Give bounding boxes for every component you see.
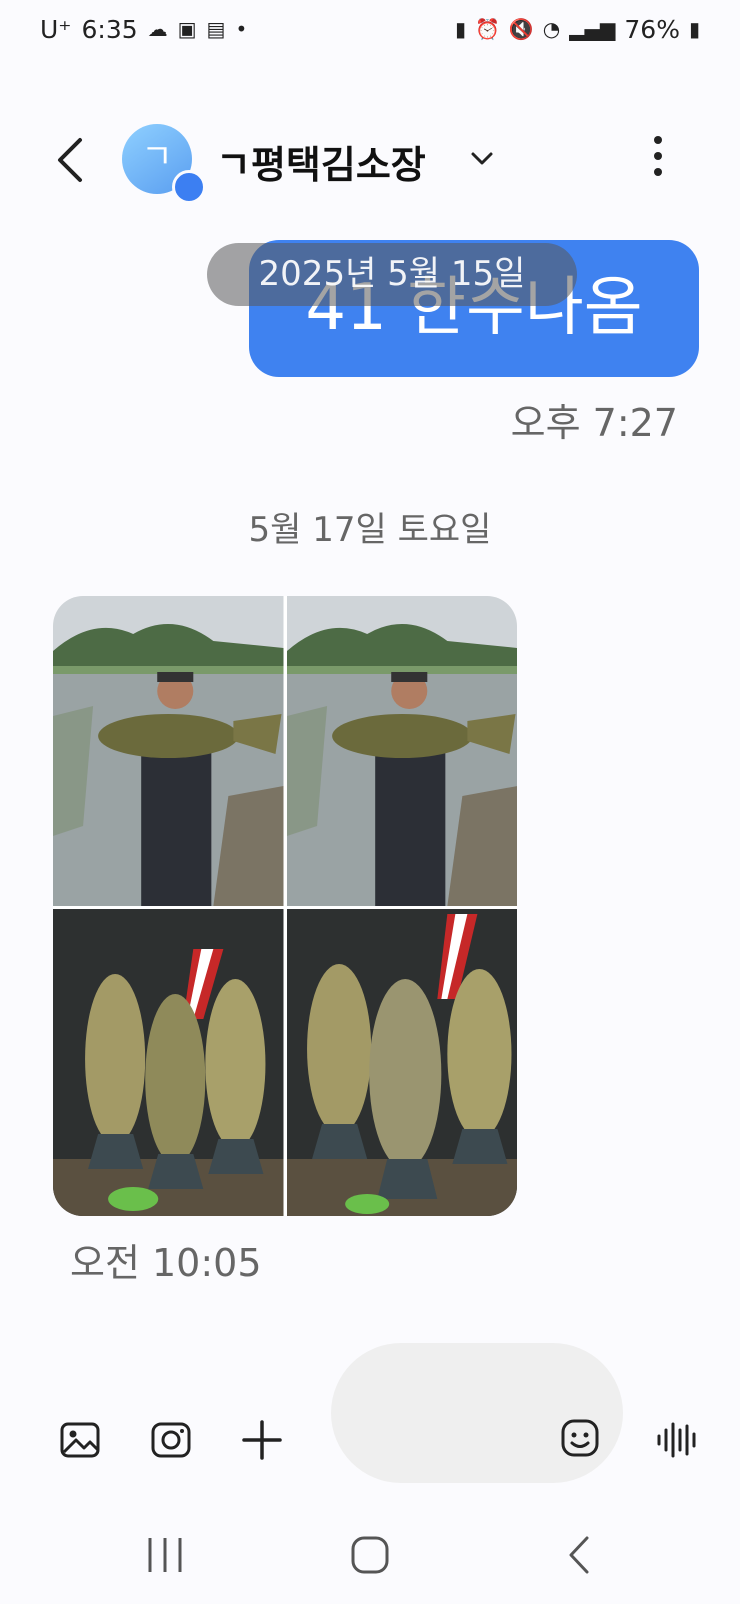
message-input[interactable] — [331, 1343, 623, 1483]
voice-icon[interactable] — [655, 1418, 699, 1462]
contact-name[interactable]: ㄱ평택김소장 — [216, 134, 426, 189]
battery-icon: ▮ — [688, 17, 700, 41]
photo-thumbnail[interactable] — [286, 596, 517, 906]
battery-percent: 76% — [624, 14, 680, 44]
gallery-icon: ▣ — [177, 17, 197, 41]
pdf-icon: ▤ — [206, 17, 226, 41]
back-nav-button[interactable] — [555, 1530, 605, 1580]
photo-thumbnail[interactable] — [53, 596, 284, 906]
alarm-icon: ⏰ — [474, 17, 500, 41]
back-arrow-icon — [58, 138, 82, 182]
wifi-icon: ◔ — [542, 17, 561, 41]
date-separator: 5월 17일 토요일 — [248, 510, 492, 550]
rcs-badge-icon — [172, 170, 206, 204]
message-time: 오전 10:05 — [70, 1241, 262, 1285]
message-time: 오후 7:27 — [510, 401, 678, 445]
gallery-icon[interactable] — [58, 1418, 102, 1462]
home-button[interactable] — [345, 1530, 395, 1580]
recent-apps-button[interactable] — [140, 1530, 190, 1580]
chevron-down-icon[interactable] — [470, 146, 494, 170]
mute-icon: 🔇 — [508, 17, 534, 41]
signal-icon: ▂▄▆ — [569, 17, 616, 41]
photo-group[interactable] — [53, 596, 517, 1216]
camera-icon[interactable] — [149, 1418, 193, 1462]
plus-icon[interactable] — [240, 1418, 284, 1462]
cloud-icon: ☁ — [147, 17, 168, 41]
more-options-icon[interactable] — [652, 136, 664, 184]
emoji-icon[interactable] — [560, 1418, 602, 1460]
dot-icon: • — [235, 17, 248, 41]
date-pill: 2025년 5월 15일 — [207, 243, 577, 306]
carrier-label: U⁺ — [40, 14, 72, 44]
photo-thumbnail[interactable] — [286, 909, 517, 1216]
back-button[interactable] — [52, 130, 92, 190]
clock: 6:35 — [81, 14, 138, 44]
battery-saver-icon: ▮ — [454, 17, 466, 41]
status-bar: U⁺ 6:35 ☁ ▣ ▤ • ▮ ⏰ 🔇 ◔ ▂▄▆ 76% ▮ — [40, 14, 700, 48]
photo-thumbnail[interactable] — [53, 909, 284, 1216]
